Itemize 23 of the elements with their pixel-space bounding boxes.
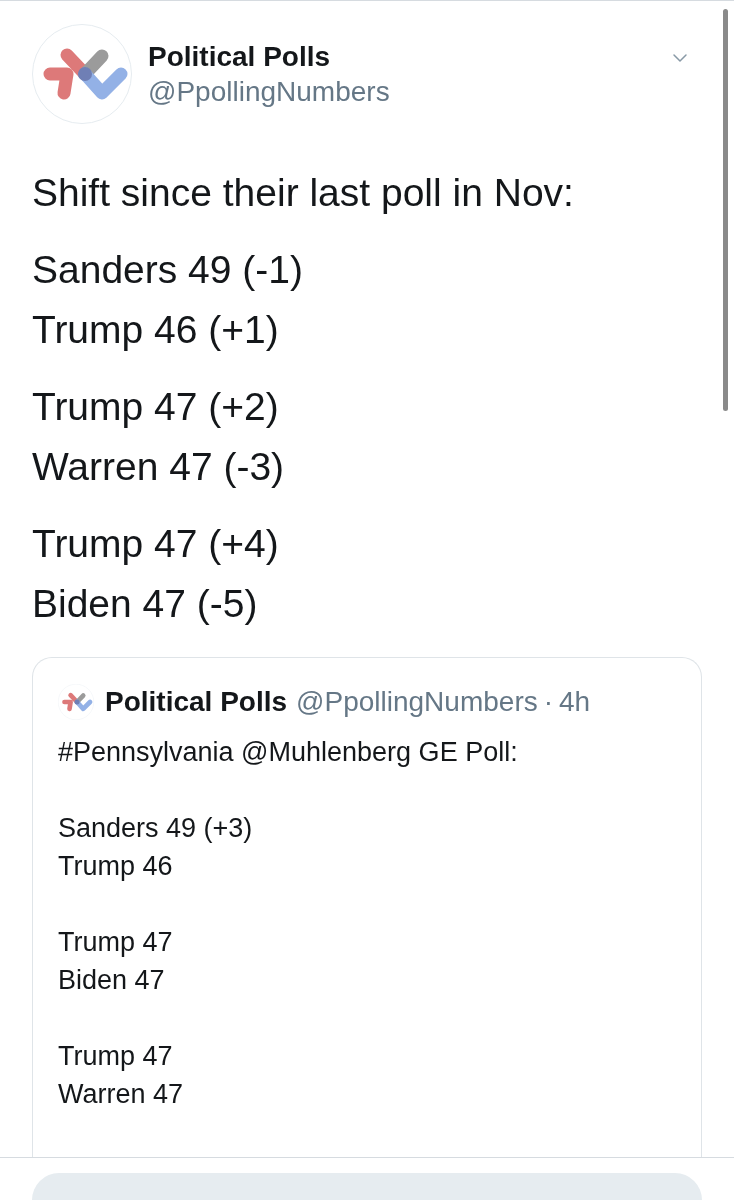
tweet-text: Trump 47 (+2) [32, 384, 280, 430]
quoted-tweet-text: Trump 46 [58, 850, 174, 883]
quoted-tweet-text: Sanders 49 (+3) [58, 812, 254, 845]
quoted-tweet-text: #Pennsylvania @Muhlenberg GE Poll: [58, 736, 519, 769]
timestamp: 4h [559, 685, 591, 719]
tweet-text: Shift since their last poll in Nov: [32, 170, 575, 216]
avatar-logo-icon [32, 24, 132, 124]
tweet-text: Trump 47 (+4) [32, 521, 280, 567]
tweet-text: Trump 46 (+1) [32, 307, 280, 353]
tweet-text: Warren 47 (-3) [32, 444, 286, 490]
quoted-tweet-text: Trump 47 [58, 926, 174, 959]
author-name: Political Polls [148, 40, 332, 74]
author-handle: @PpollingNumbers [296, 685, 538, 719]
avatar-logo-icon [58, 684, 94, 720]
quoted-tweet-text: Warren 47 [58, 1078, 185, 1111]
reply-input-field[interactable] [32, 1173, 702, 1200]
tweet-text: Biden 47 (-5) [32, 581, 259, 627]
tweet-text: Sanders 49 (-1) [32, 247, 304, 293]
quoted-tweet-text: Trump 47 [58, 1040, 174, 1073]
separator: · [543, 685, 554, 719]
author-name: Political Polls [105, 685, 288, 719]
author-handle: @PpollingNumbers [148, 75, 390, 109]
quoted-tweet-text: Biden 47 [58, 964, 166, 997]
